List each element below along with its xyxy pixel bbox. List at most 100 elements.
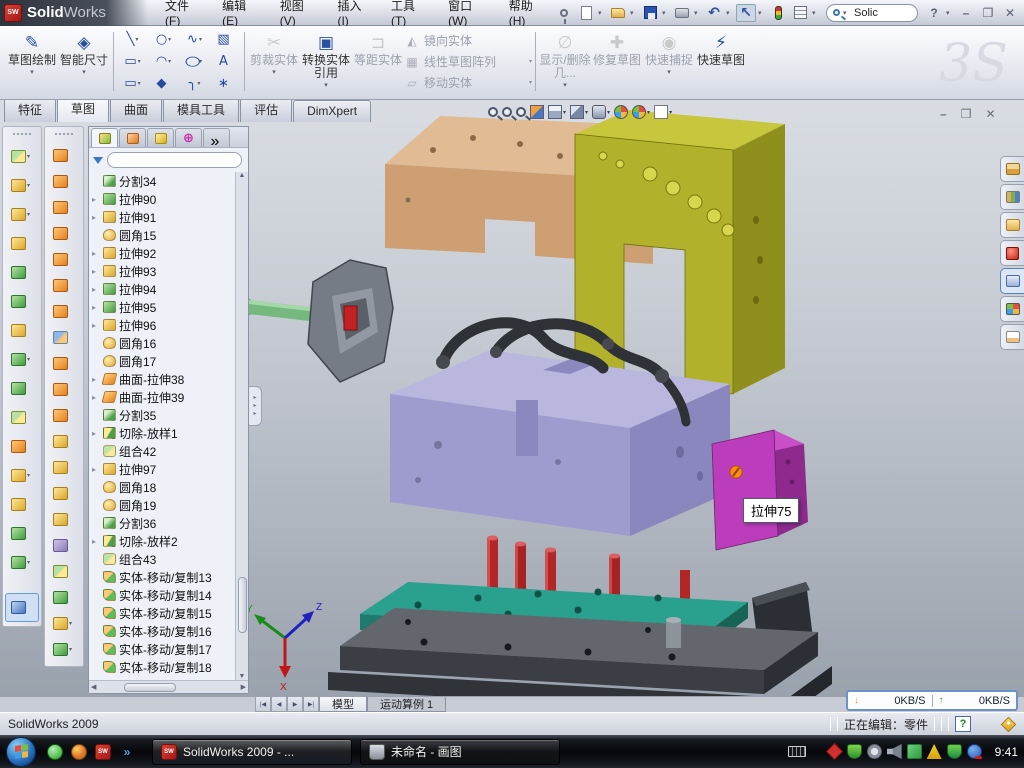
tab-nav-button-prev[interactable]: ◀ [271,697,287,712]
tree-item[interactable]: ▸ 圆角16 [92,334,235,352]
scroll-thumb[interactable] [124,683,176,692]
view-tool-zoom-fit[interactable]: ▾ [488,107,498,117]
expand-arrow-icon[interactable]: ▸ [92,267,100,276]
view-tool-section-view[interactable]: ▾ [530,105,544,119]
expand-arrow-icon[interactable]: ▸ [92,375,100,384]
view-tool-scene[interactable]: ▾ [632,105,650,119]
tree-item[interactable]: ▸ 圆角19 [92,496,235,514]
tree-item[interactable]: ▸ 拉伸91 [92,208,235,226]
tree-item[interactable]: ▸ 分割34 [92,172,235,190]
open-button[interactable] [608,4,628,22]
tree-item[interactable]: ▸ 拉伸90 [92,190,235,208]
tool-button-combine[interactable]: ▾ [5,403,39,432]
model-green-rod[interactable] [245,299,318,322]
command-tab[interactable]: 模具工具 [163,100,239,122]
expand-arrow-icon[interactable]: ▸ [92,429,100,438]
tree-item[interactable]: ▸ 实体-移动/复制15 [92,604,235,622]
tab-nav-button-last[interactable]: ▶| [303,697,319,712]
rebuild-button[interactable] [768,4,788,22]
tree-item[interactable]: ▸ 组合43 [92,550,235,568]
expand-arrow-icon[interactable]: ▸ [92,249,100,258]
tool-button-draft[interactable]: ▾ [5,287,39,316]
command-tab[interactable]: 评估 [240,100,292,122]
tray-icon-wireless-warning[interactable] [927,744,942,759]
print-button[interactable] [672,4,692,22]
task-pane-tab-file-explorer[interactable] [1000,212,1024,238]
expand-arrow-icon[interactable]: ▸ [92,537,100,546]
expand-arrow-icon[interactable]: ▸ [92,321,100,330]
tool-button-shut-off-surface[interactable]: ▾ [47,428,81,454]
expand-arrow-icon[interactable]: ▸ [92,213,100,222]
task-pane-tab-custom-properties[interactable] [1000,324,1024,350]
task-pane-tab-view-palette[interactable] [1000,268,1024,294]
toolbar-row-button[interactable]: ◭ 镜向实体 ▾ [404,31,532,51]
tool-button-deform[interactable]: ▾ [47,246,81,272]
select-button[interactable]: ↖ [736,4,756,22]
tree-vertical-scrollbar[interactable]: ▲ ▼ [235,172,248,680]
tool-button-flex[interactable]: ▾ [47,142,81,168]
model-clamp-part[interactable] [308,260,393,382]
tree-item[interactable]: ▸ 实体-移动/复制17 [92,640,235,658]
tree-item[interactable]: ▸ 拉伸97 [92,460,235,478]
tree-item[interactable]: ▸ 拉伸96 [92,316,235,334]
scroll-left-icon[interactable]: ◀ [91,683,96,691]
toolbar-row-button[interactable]: ▱ 移动实体 ▾ [404,73,532,93]
view-tool-hide-show-items[interactable]: ▾ [592,105,610,119]
tree-item[interactable]: ▸ 拉伸95 [92,298,235,316]
tray-icon-network-phone[interactable] [907,744,922,759]
tree-item[interactable]: ▸ 实体-移动/复制13 [92,568,235,586]
sketch-tool-slot[interactable]: ▭▾ [117,73,148,95]
sketch-tool-rectangle[interactable]: ▭▾ [117,51,148,73]
sketch-tool-point[interactable]: ∗▾ [210,73,241,95]
tool-button-freeform[interactable]: ▾ [47,402,81,428]
expand-arrow-icon[interactable]: ▸ [92,303,100,312]
sketch-tool-sketch-fillet[interactable]: ╮▾ [179,73,210,95]
task-pane-tab-appearances-scenes[interactable] [1000,296,1024,322]
scroll-thumb[interactable] [238,577,247,633]
tool-button-rib[interactable]: ▾ [5,258,39,287]
sketch-tool-spline[interactable]: ∿▾ [179,29,210,51]
tool-button-extrude-boss[interactable]: ▾ [5,171,39,200]
tool-button-chamfer[interactable]: ▾ [5,229,39,258]
tree-item[interactable]: ▸ 实体-移动/复制16 [92,622,235,640]
model-olive-bracket[interactable] [575,110,785,394]
tray-icon-security-alert[interactable] [826,743,843,760]
input-method-icon[interactable] [788,746,806,757]
tool-button-delete-body[interactable]: ▾ [5,461,39,490]
tool-button-parting-surface[interactable]: ▾ [47,506,81,532]
scroll-down-icon[interactable]: ▼ [239,673,246,680]
tool-button-mold-spline[interactable]: ▾ [47,636,81,662]
new-document-button[interactable] [576,4,596,22]
tool-button-instant3d[interactable]: ▾ [5,593,39,622]
sketch-tool-polygon[interactable]: ◆▾ [148,73,179,95]
tag-icon[interactable] [1001,716,1017,732]
view-tool-annotations[interactable]: ▾ [654,105,672,119]
save-button[interactable] [640,4,660,22]
close-button[interactable]: ✕ [1000,4,1020,22]
sketch-tool-circle[interactable]: ○▾ [148,29,179,51]
doc-close-button[interactable]: ✕ [985,107,995,121]
tab-nav-button-first[interactable]: |◀ [255,697,271,712]
quick-launch-item-safety-center[interactable] [70,743,88,761]
tool-button-bend[interactable]: ▾ [47,376,81,402]
view-tool-zoom-area[interactable]: ▾ [502,107,512,117]
task-button[interactable]: 未命名 - 画图 [360,739,560,765]
command-tab[interactable]: 草图 [57,100,109,122]
quick-launch-item-messenger[interactable] [46,743,64,761]
command-tab[interactable]: 曲面 [110,100,162,122]
start-button[interactable] [6,737,36,767]
panel-tab-configuration-manager[interactable] [147,128,174,147]
view-tool-previous-view[interactable]: ▾ [516,107,526,117]
tree-item[interactable]: ▸ 实体-移动/复制14 [92,586,235,604]
tree-horizontal-scrollbar[interactable]: ◀ ▶ [89,680,248,693]
tool-button-spline[interactable]: ▾ [5,548,39,577]
tool-button-wrap[interactable]: ▾ [47,194,81,220]
tree-item[interactable]: ▸ 曲面-拉伸39 [92,388,235,406]
document-tab[interactable]: 运动算例 1 [367,697,446,712]
tool-button-planar-surface[interactable]: ▾ [47,272,81,298]
quick-launch-item-overflow[interactable]: » [118,743,136,761]
tray-icon-defender[interactable] [947,744,962,759]
tool-button-extend-surface[interactable]: ▾ [47,324,81,350]
tool-button-core[interactable]: ▾ [47,584,81,610]
tree-item[interactable]: ▸ 切除-放样2 [92,532,235,550]
